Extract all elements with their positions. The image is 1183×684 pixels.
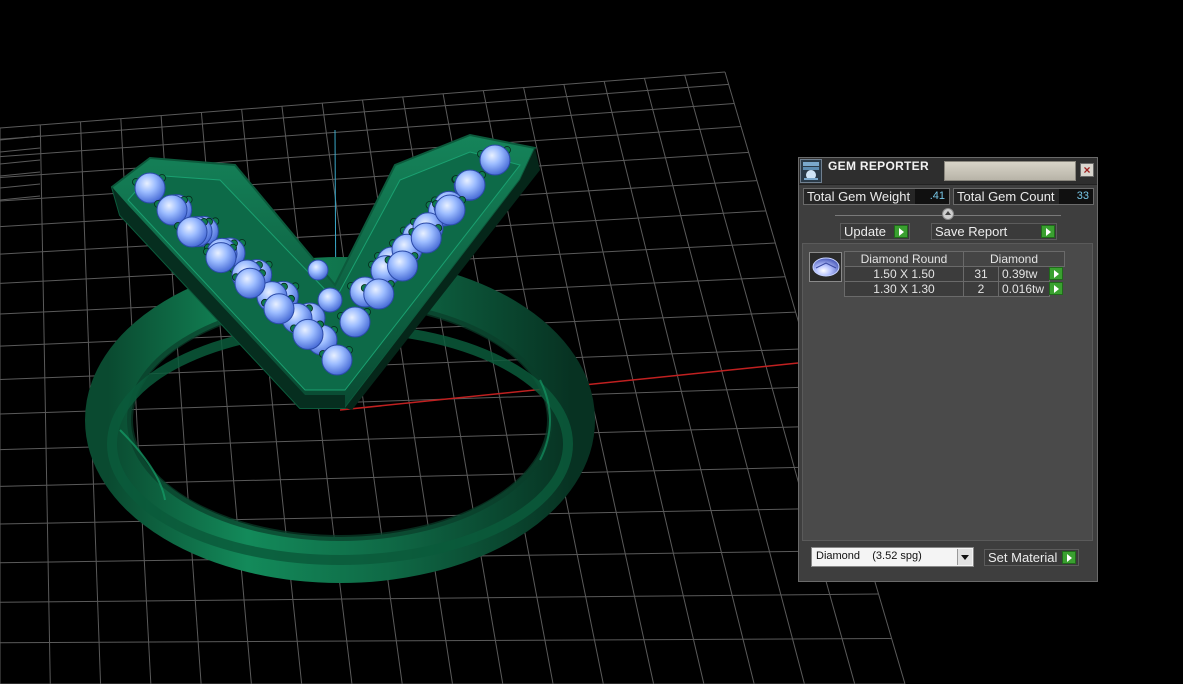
play-arrow-icon xyxy=(894,225,908,238)
play-arrow-icon[interactable] xyxy=(1049,267,1063,280)
total-gem-count-field: Total Gem Count 33 xyxy=(953,188,1094,205)
set-material-button-label: Set Material xyxy=(988,550,1058,565)
table-header-material: Diamond xyxy=(963,251,1065,267)
diamond-gem xyxy=(321,344,353,376)
diamond-gem xyxy=(205,242,237,274)
diamond-gem xyxy=(363,278,395,310)
row-count: 31 xyxy=(963,266,999,282)
chevron-down-icon[interactable] xyxy=(957,549,972,565)
round-diamond-icon xyxy=(809,252,842,282)
play-arrow-icon xyxy=(1041,225,1055,238)
gem-reporter-panel: GEM REPORTER × Total Gem Weight .41 Tota… xyxy=(798,157,1098,582)
diamond-gem xyxy=(307,259,329,281)
row-weight: 0.016tw xyxy=(998,281,1050,297)
material-select[interactable]: Diamond (3.52 spg) xyxy=(811,547,974,567)
row-size: 1.50 X 1.50 xyxy=(844,266,964,282)
update-button[interactable]: Update xyxy=(840,223,910,240)
material-select-value: Diamond (3.52 spg) xyxy=(816,550,922,562)
diamond-gem xyxy=(176,216,208,248)
diamond-gem xyxy=(410,222,442,254)
table-header-shape: Diamond Round xyxy=(844,251,964,267)
diamond-gem xyxy=(339,306,371,338)
diamond-gem xyxy=(234,267,266,299)
total-gem-weight-field: Total Gem Weight .41 xyxy=(803,188,950,205)
save-report-button-label: Save Report xyxy=(935,224,1008,239)
total-gem-weight-label: Total Gem Weight xyxy=(807,189,911,204)
diamond-gem xyxy=(134,172,166,204)
row-count: 2 xyxy=(963,281,999,297)
total-gem-count-label: Total Gem Count xyxy=(957,189,1055,204)
play-arrow-icon xyxy=(1062,551,1076,564)
title-bar[interactable]: GEM REPORTER × xyxy=(799,158,1097,185)
total-gem-weight-value: .41 xyxy=(915,189,949,204)
row-size: 1.30 X 1.30 xyxy=(844,281,964,297)
update-button-label: Update xyxy=(844,224,886,239)
close-icon[interactable]: × xyxy=(1080,163,1094,177)
gem-list-area: Diamond Round Diamond 1.50 X 1.50 31 0.3… xyxy=(802,243,1093,541)
diamond-gem xyxy=(317,287,343,313)
splitter-handle[interactable] xyxy=(942,208,954,220)
total-gem-count-value: 33 xyxy=(1059,189,1093,204)
diamond-gem xyxy=(263,293,295,325)
set-material-button[interactable]: Set Material xyxy=(984,549,1079,566)
row-weight: 0.39tw xyxy=(998,266,1050,282)
gem-reporter-icon xyxy=(800,159,822,183)
play-arrow-icon[interactable] xyxy=(1049,282,1063,295)
diamond-gem xyxy=(387,250,418,282)
diamond-gem xyxy=(292,318,324,350)
save-report-button[interactable]: Save Report xyxy=(931,223,1057,240)
title-bar-strip xyxy=(944,161,1076,181)
panel-title: GEM REPORTER xyxy=(828,159,929,173)
diamond-gem xyxy=(479,144,511,176)
diamond-gem xyxy=(434,194,466,226)
